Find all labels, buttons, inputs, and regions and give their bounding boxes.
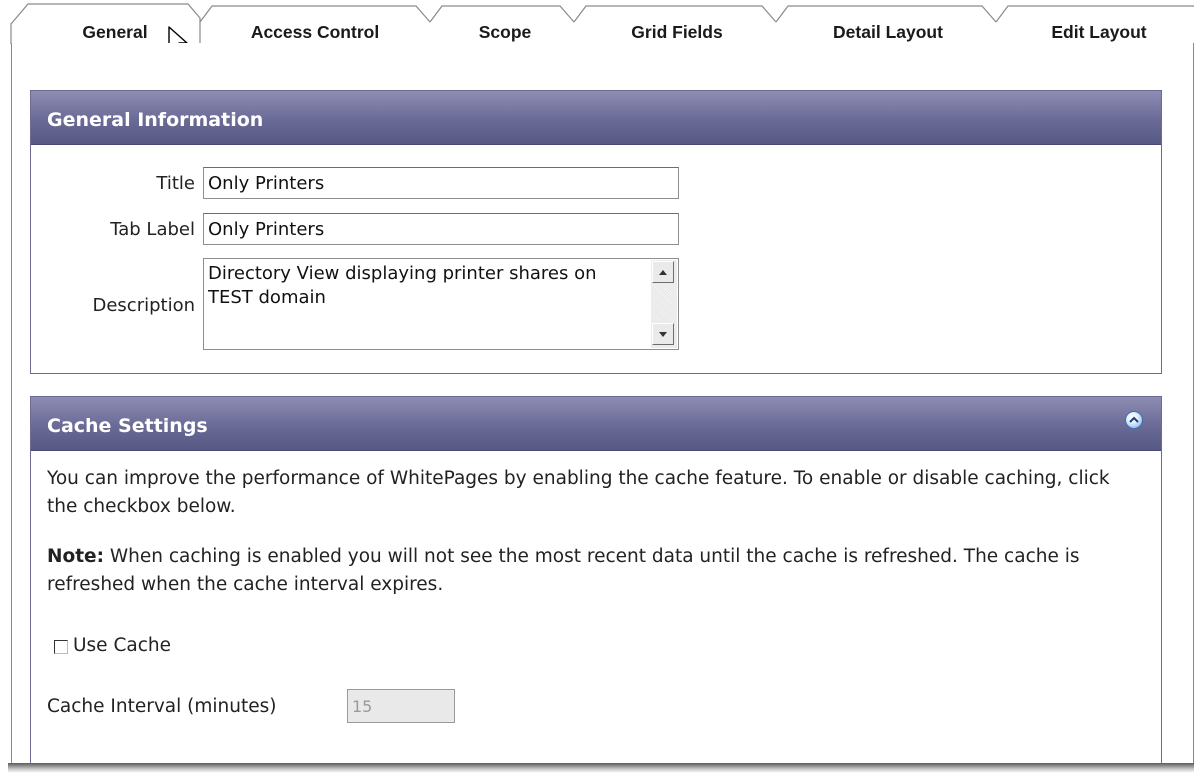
cache-settings-title: Cache Settings [47, 415, 208, 437]
collapse-chevron-up-icon[interactable] [1125, 411, 1143, 429]
cache-interval-input[interactable] [347, 689, 455, 723]
scroll-up-icon[interactable] [652, 261, 674, 283]
cache-interval-label: Cache Interval (minutes) [47, 696, 277, 717]
panel-bottom-shadow [8, 763, 1194, 773]
tab-label-input[interactable] [203, 213, 679, 245]
tab-access-control[interactable]: Access Control [210, 20, 420, 44]
tab-detail-layout[interactable]: Detail Layout [786, 20, 990, 44]
tab-label-label: Tab Label [110, 219, 195, 240]
title-label: Title [156, 173, 195, 194]
scroll-down-icon[interactable] [652, 323, 674, 345]
tab-scope[interactable]: Scope [440, 20, 570, 44]
tab-grid-fields[interactable]: Grid Fields [584, 20, 770, 44]
cache-intro-text: You can improve the performance of White… [47, 468, 1110, 517]
description-text: Directory View displaying printer shares… [208, 263, 597, 308]
cache-note-text: Note: When caching is enabled you will n… [47, 543, 1137, 599]
title-input[interactable] [203, 167, 679, 199]
general-information-section: General Information Title Tab Label Desc… [30, 90, 1162, 374]
use-cache-label: Use Cache [73, 635, 171, 656]
general-information-header: General Information [31, 91, 1161, 145]
use-cache-checkbox[interactable] [54, 640, 68, 654]
cache-settings-header: Cache Settings [31, 397, 1161, 451]
note-label: Note: [47, 546, 104, 567]
tab-bar: General Access Control Scope Grid Fields… [0, 0, 1194, 59]
cache-settings-section: Cache Settings You can improve the perfo… [30, 396, 1162, 763]
description-textarea[interactable]: Directory View displaying printer shares… [203, 258, 679, 350]
description-scrollbar[interactable] [651, 260, 677, 348]
description-label: Description [92, 295, 195, 316]
note-body: When caching is enabled you will not see… [47, 546, 1080, 595]
tab-edit-layout[interactable]: Edit Layout [1004, 20, 1194, 44]
